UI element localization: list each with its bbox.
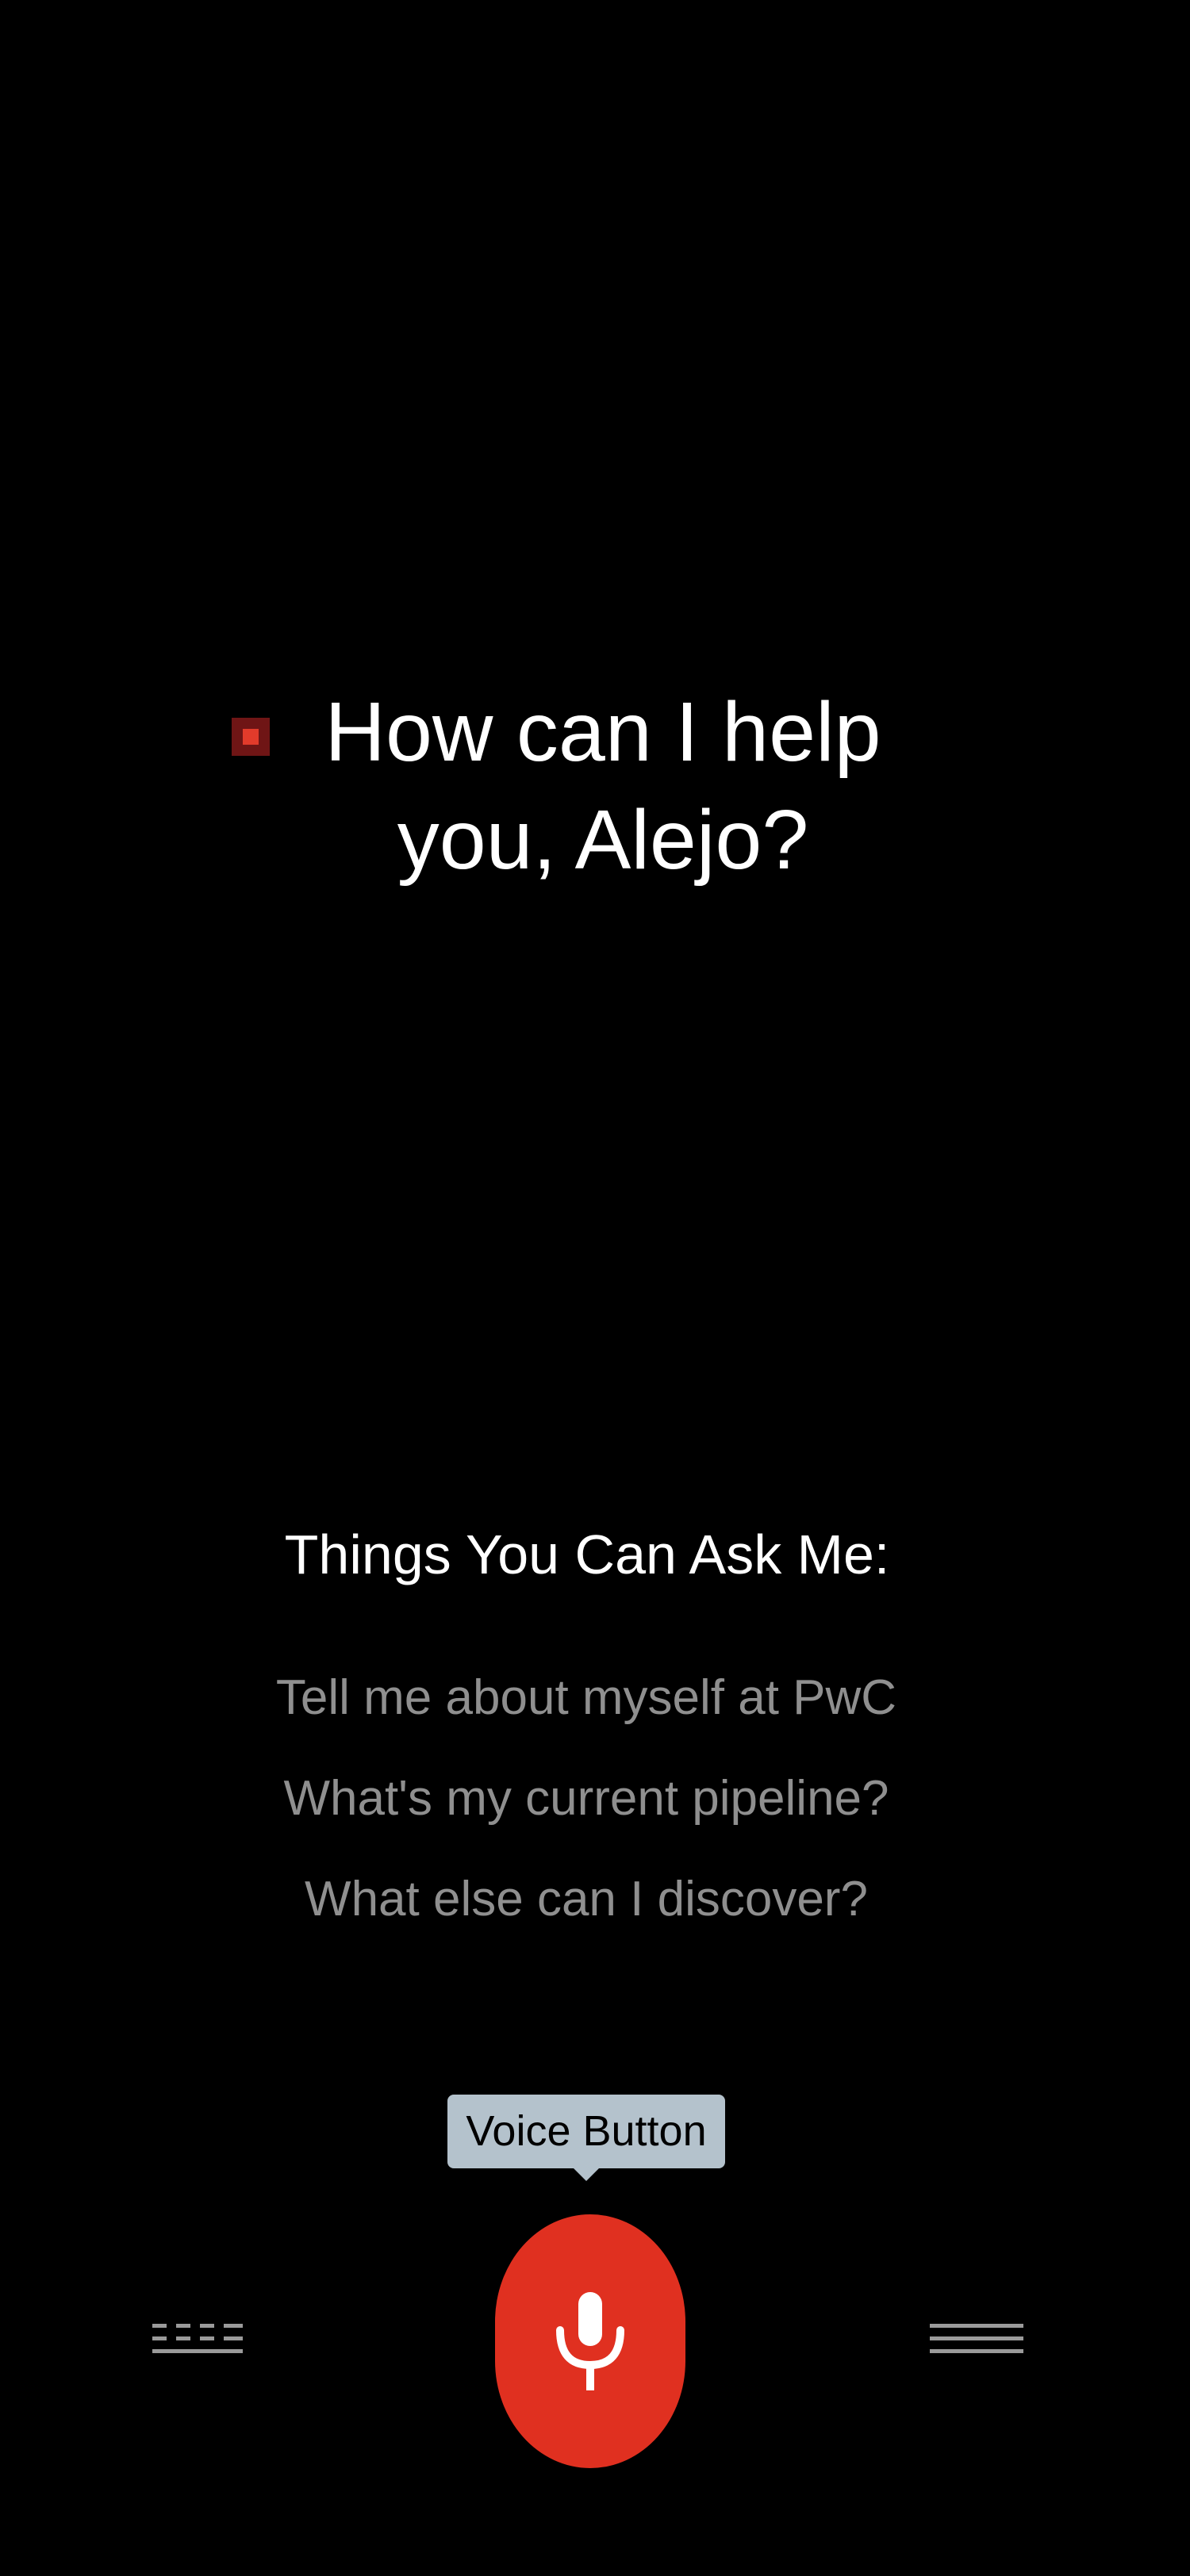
logo-inner-square: [243, 729, 259, 745]
microphone-icon: [556, 2292, 624, 2390]
menu-button[interactable]: [928, 2321, 1025, 2360]
menu-icon: [930, 2324, 1023, 2353]
pwc-square-logo-icon: [232, 718, 270, 756]
suggestion-list: Tell me about myself at PwC What's my cu…: [0, 1647, 1173, 1949]
keyboard-icon: [152, 2324, 243, 2353]
voice-button[interactable]: [495, 2214, 685, 2468]
suggestion-discover-more[interactable]: What else can I discover?: [0, 1849, 1173, 1949]
greeting-heading: How can I help you, Alejo?: [324, 685, 881, 887]
suggestion-current-pipeline[interactable]: What's my current pipeline?: [0, 1748, 1173, 1849]
voice-button-tooltip: Voice Button: [447, 2095, 725, 2168]
greeting-section: How can I help you, Alejo?: [0, 662, 1190, 900]
tooltip-arrow: [573, 2168, 600, 2181]
suggestion-about-myself[interactable]: Tell me about myself at PwC: [0, 1647, 1173, 1748]
keyboard-button[interactable]: [151, 2321, 246, 2360]
suggestions-title: Things You Can Ask Me:: [284, 1524, 890, 1585]
